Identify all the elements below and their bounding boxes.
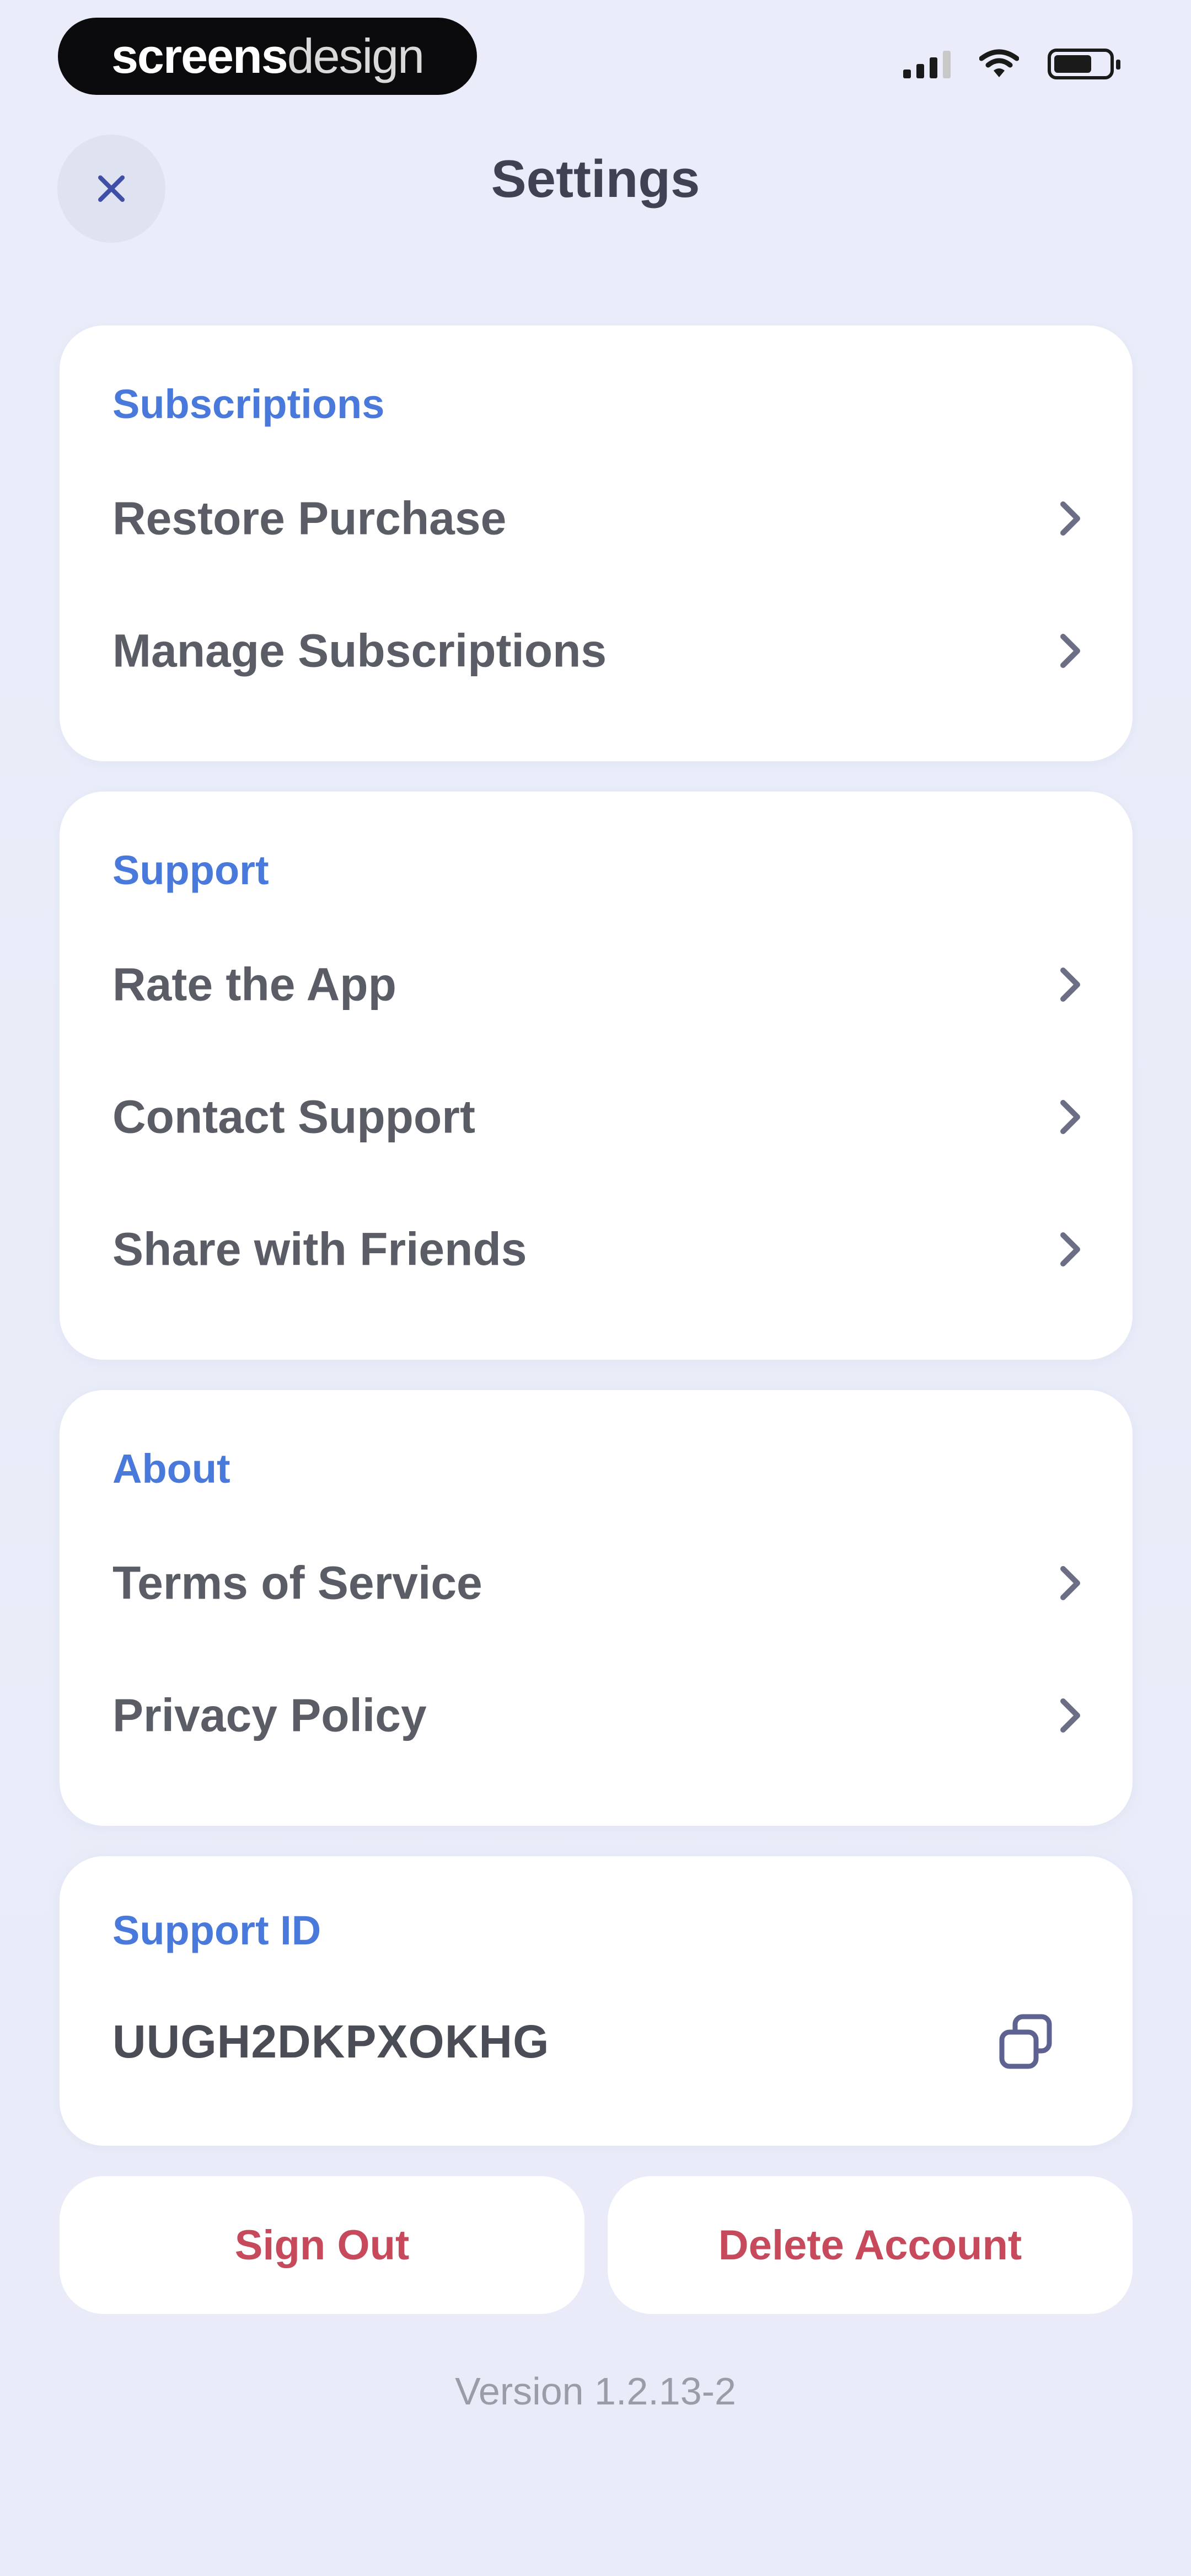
section-label-support: Support [112,847,269,893]
brand-text-part2: design [287,29,425,83]
manage-subscriptions-row[interactable]: Manage Subscriptions [60,596,1133,706]
settings-screen: screens design Settings Subscriptions Re… [0,0,1191,2576]
sign-out-button[interactable]: Sign Out [60,2176,584,2314]
row-label: Privacy Policy [112,1689,427,1741]
version-label: Version 1.2.13-2 [455,2370,736,2413]
row-label: Share with Friends [112,1223,527,1275]
status-bar: screens design [0,0,1191,116]
status-icons [903,49,1120,79]
rate-the-app-row[interactable]: Rate the App [60,929,1133,1040]
row-label: Rate the App [112,958,396,1011]
brand-watermark: screens design [58,18,477,95]
section-label-support-id: Support ID [112,1907,321,1953]
section-label-about: About [112,1446,230,1492]
subscriptions-card: Subscriptions Restore Purchase Manage Su… [60,325,1133,761]
wifi-icon [979,49,1019,77]
row-label: Contact Support [112,1091,475,1143]
page-title: Settings [491,149,700,209]
delete-account-button[interactable]: Delete Account [608,2176,1133,2314]
chevron-right-icon [1060,634,1080,668]
row-label: Restore Purchase [112,492,507,544]
chevron-right-icon [1060,1566,1080,1600]
chevron-right-icon [1060,501,1080,536]
chevron-right-icon [1060,1100,1080,1134]
chevron-right-icon [1060,1232,1080,1266]
chevron-right-icon [1060,1698,1080,1733]
support-id-value: UUGH2DKPXOKHG [112,2016,550,2067]
brand-text-part1: screens [111,29,288,83]
share-with-friends-row[interactable]: Share with Friends [60,1194,1133,1305]
privacy-policy-row[interactable]: Privacy Policy [60,1660,1133,1771]
copy-icon [999,2014,1052,2069]
copy-button[interactable] [985,2001,1067,2083]
support-id-card: Support ID UUGH2DKPXOKHG [60,1856,1133,2146]
section-label-subscriptions: Subscriptions [112,381,385,427]
support-card: Support Rate the App Contact Support Sha… [60,792,1133,1360]
battery-icon [1048,49,1120,79]
signal-icon [903,50,951,78]
contact-support-row[interactable]: Contact Support [60,1062,1133,1172]
row-label: Terms of Service [112,1557,482,1609]
row-label: Manage Subscriptions [112,624,607,677]
about-card: About Terms of Service Privacy Policy [60,1390,1133,1826]
chevron-right-icon [1060,968,1080,1002]
terms-of-service-row[interactable]: Terms of Service [60,1528,1133,1638]
restore-purchase-row[interactable]: Restore Purchase [60,463,1133,574]
